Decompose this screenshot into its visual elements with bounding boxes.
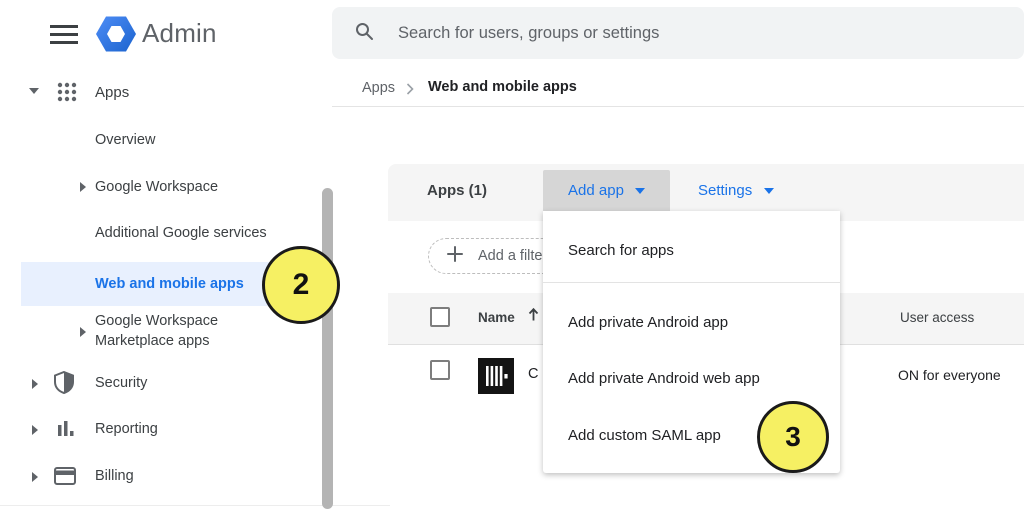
- caret-down-icon: [29, 88, 39, 94]
- apps-grid-icon: [56, 81, 78, 108]
- sidebar-item-billing[interactable]: Billing: [95, 468, 134, 484]
- caret-right-icon: [32, 472, 38, 482]
- caret-right-icon: [32, 379, 38, 389]
- sidebar-item-web-and-mobile-apps[interactable]: Web and mobile apps: [95, 276, 244, 292]
- add-app-button[interactable]: Add app: [543, 170, 670, 211]
- caret-right-icon: [80, 182, 86, 192]
- sidebar-item-apps[interactable]: Apps: [95, 84, 129, 101]
- sidebar-item-additional-google-services[interactable]: Additional Google services: [95, 225, 267, 241]
- menu-item-add-private-android-web-app[interactable]: Add private Android web app: [568, 370, 760, 387]
- app-row-name[interactable]: C: [528, 366, 538, 382]
- search-icon: [354, 21, 374, 46]
- column-header-user-access: User access: [900, 310, 974, 325]
- caret-down-icon: [764, 188, 774, 194]
- hamburger-menu-icon[interactable]: [50, 25, 78, 44]
- add-icon: [446, 245, 464, 268]
- menu-item-add-custom-saml-app[interactable]: Add custom SAML app: [568, 427, 721, 444]
- global-search-bar[interactable]: [332, 7, 1024, 59]
- sidebar-item-google-workspace[interactable]: Google Workspace: [95, 179, 218, 195]
- app-title: Admin: [142, 18, 217, 49]
- sidebar-item-security[interactable]: Security: [95, 375, 147, 391]
- sidebar-item-reporting[interactable]: Reporting: [95, 421, 158, 437]
- menu-item-search-for-apps[interactable]: Search for apps: [568, 242, 674, 259]
- google-admin-logo-icon: [95, 13, 137, 60]
- column-header-name[interactable]: Name: [478, 310, 515, 325]
- menu-divider: [543, 282, 840, 283]
- settings-button[interactable]: Settings: [698, 170, 774, 211]
- caret-right-icon: [32, 425, 38, 435]
- search-input[interactable]: [398, 24, 1024, 43]
- sidebar-item-overview[interactable]: Overview: [95, 132, 155, 148]
- add-filter-label: Add a filter: [478, 248, 547, 264]
- chevron-right-icon: [406, 82, 414, 100]
- add-app-button-label: Add app: [568, 182, 624, 199]
- admin-console-screen: Admin Apps Web and mobile apps Apps Over…: [0, 0, 1024, 509]
- sidebar-item-gw-marketplace-apps[interactable]: Google Workspace Marketplace apps: [95, 311, 273, 351]
- menu-item-add-private-android-app[interactable]: Add private Android app: [568, 314, 728, 331]
- annotation-step-3: 3: [757, 401, 829, 473]
- shield-icon: [54, 371, 74, 399]
- select-all-checkbox[interactable]: [430, 307, 450, 327]
- row-checkbox[interactable]: [430, 360, 450, 380]
- credit-card-icon: [54, 467, 76, 490]
- app-row-user-access: ON for everyone: [898, 367, 1001, 383]
- bar-chart-icon: [56, 419, 76, 444]
- header-divider: [332, 106, 1024, 107]
- sort-ascending-icon[interactable]: [527, 307, 540, 327]
- apps-count-label: Apps (1): [427, 182, 487, 199]
- breadcrumb-current: Web and mobile apps: [428, 79, 577, 95]
- app-logo-icon[interactable]: [478, 358, 514, 399]
- settings-button-label: Settings: [698, 182, 752, 199]
- breadcrumb-parent[interactable]: Apps: [362, 80, 395, 96]
- caret-right-icon: [80, 327, 86, 337]
- sidebar-scrollbar[interactable]: [322, 188, 333, 509]
- caret-down-icon: [635, 188, 645, 194]
- annotation-step-2: 2: [262, 246, 340, 324]
